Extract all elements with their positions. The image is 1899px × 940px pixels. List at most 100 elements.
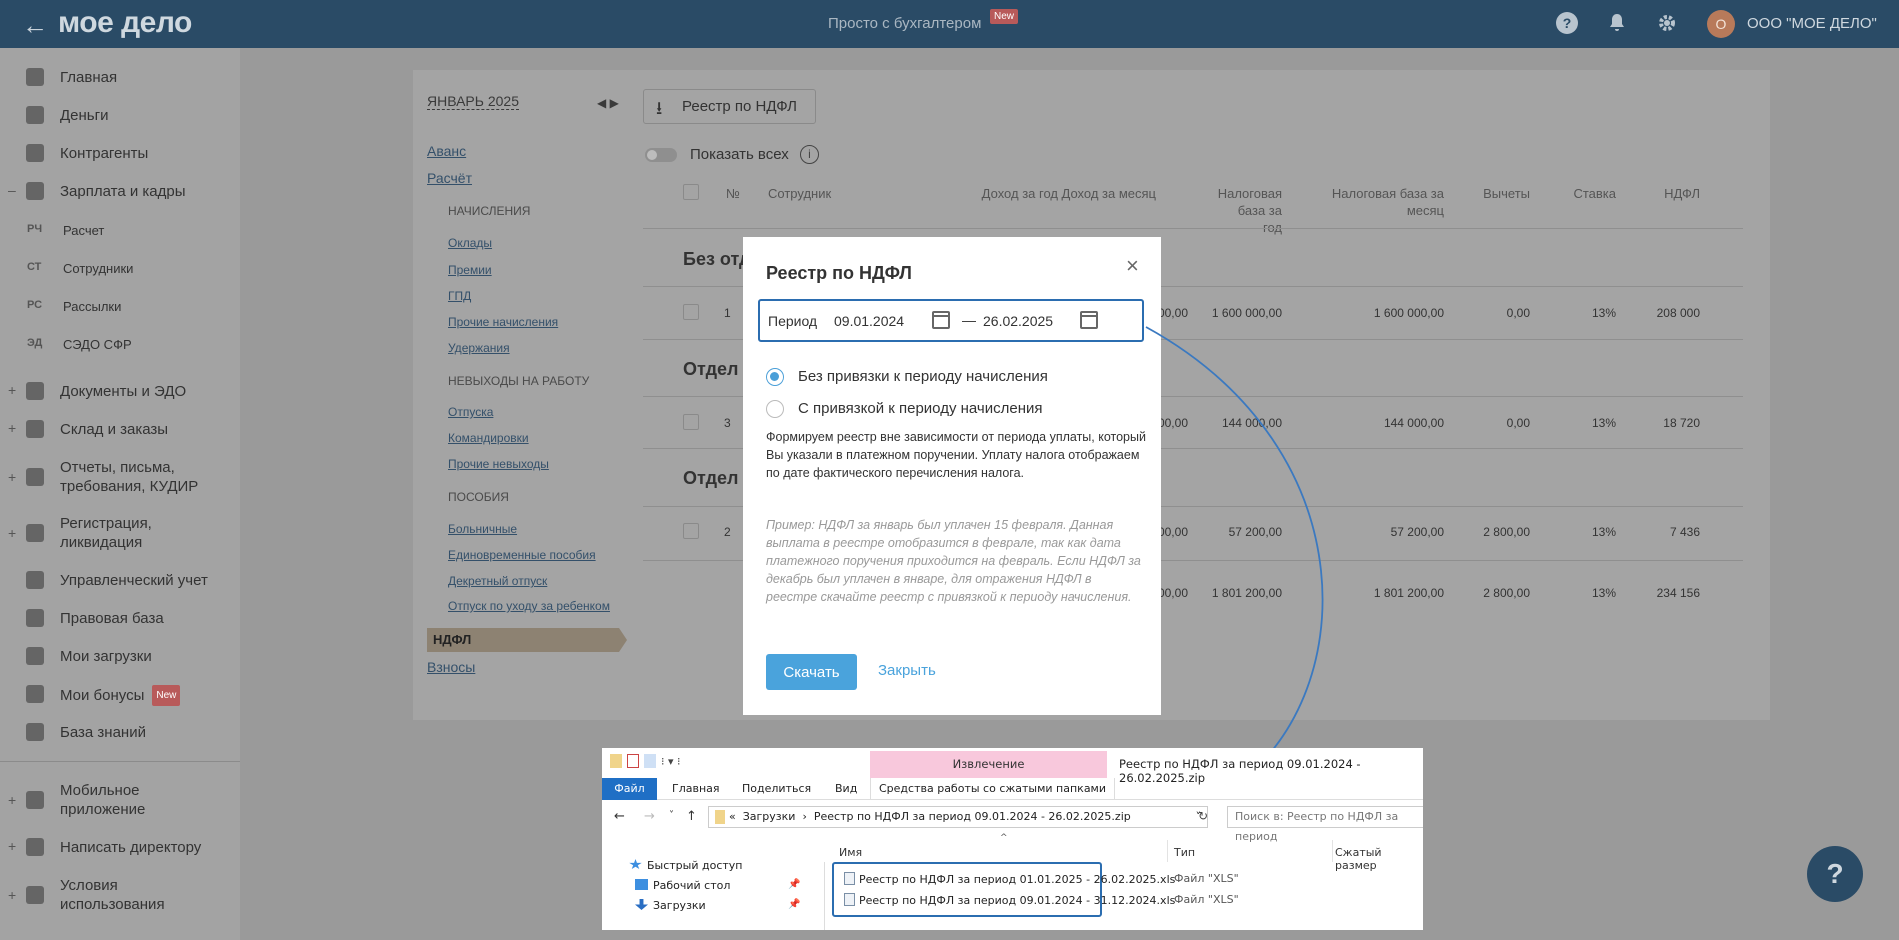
up-icon[interactable]: ↑: [686, 809, 697, 824]
file-item[interactable]: Реестр по НДФЛ за период 01.01.2025 - 26…: [844, 872, 1175, 886]
tab-compressed-tools[interactable]: Средства работы со сжатыми папками: [870, 778, 1116, 800]
menu-other-accruals[interactable]: Прочие начисления: [448, 315, 558, 329]
extract-tab[interactable]: Извлечение: [870, 751, 1107, 778]
radio-with-accrual-period[interactable]: [766, 400, 784, 418]
menu-other-absences[interactable]: Прочие невыходы: [448, 457, 549, 471]
recent-locations-icon[interactable]: ˅: [669, 810, 674, 821]
accountant-service-link[interactable]: Просто с бухгалтером: [828, 15, 981, 32]
tab-file[interactable]: Файл: [602, 778, 657, 800]
forward-icon[interactable]: →: [644, 809, 655, 824]
qat-dropdown[interactable]: ⁝ ▾ ⁝: [661, 755, 681, 768]
gear-icon[interactable]: [1656, 12, 1678, 34]
period-selector[interactable]: ЯНВАРЬ 2025: [427, 93, 519, 110]
close-icon[interactable]: ×: [1126, 253, 1139, 279]
label-line-2: ликвидация: [60, 534, 143, 551]
cell-taxbase-month: 57 200,00: [1390, 525, 1444, 539]
expand-icon[interactable]: +: [8, 420, 16, 436]
expand-icon[interactable]: +: [8, 525, 16, 541]
tree-quick-access[interactable]: Быстрый доступ: [629, 859, 743, 872]
back-icon[interactable]: ←: [614, 809, 625, 824]
menu-vacations[interactable]: Отпуска: [448, 405, 493, 419]
menu-business-trips[interactable]: Командировки: [448, 431, 529, 445]
period-nav-arrows[interactable]: ◀ ▶: [597, 96, 619, 110]
new-folder-icon[interactable]: [644, 754, 656, 768]
col-name[interactable]: Имя: [839, 846, 862, 859]
refresh-icon[interactable]: ↻: [1198, 809, 1208, 823]
file-item[interactable]: Реестр по НДФЛ за период 09.01.2024 - 31…: [844, 893, 1175, 907]
expand-icon[interactable]: +: [8, 887, 16, 903]
sidebar-item-label: Склад и заказы: [60, 421, 169, 438]
quick-access-toolbar[interactable]: ⁝ ▾ ⁝: [610, 754, 686, 768]
date-from-input[interactable]: 09.01.2024: [834, 313, 904, 329]
expand-icon[interactable]: +: [8, 792, 16, 808]
col-ndfl: НДФЛ: [1664, 186, 1700, 201]
back-arrow-icon[interactable]: ←: [22, 10, 48, 41]
col-compressed-size[interactable]: Сжатый размер: [1335, 846, 1423, 872]
menu-avans[interactable]: Аванс: [427, 143, 466, 159]
menu-raschet[interactable]: Расчёт: [427, 170, 472, 186]
period-label: Период: [768, 313, 818, 329]
row-checkbox[interactable]: [683, 523, 699, 539]
row-checkbox[interactable]: [683, 414, 699, 430]
tree-desktop[interactable]: Рабочий стол: [635, 879, 730, 892]
search-input[interactable]: Поиск в: Реестр по НДФЛ за период: [1227, 806, 1423, 843]
label-line-1: Условия: [60, 877, 118, 894]
floating-help-button[interactable]: ?: [1807, 846, 1863, 902]
address-bar[interactable]: « Загрузки › Реестр по НДФЛ за период 09…: [708, 806, 1208, 828]
tab-view[interactable]: Вид: [835, 778, 857, 800]
path-downloads[interactable]: Загрузки: [743, 810, 796, 823]
row-checkbox[interactable]: [683, 304, 699, 320]
avatar[interactable]: О: [1707, 10, 1735, 38]
highlighted-files: Реестр по НДФЛ за период 01.01.2025 - 26…: [832, 862, 1175, 917]
help-icon[interactable]: ?: [1556, 12, 1578, 34]
organization-name[interactable]: ООО "МОЕ ДЕЛО": [1747, 15, 1877, 32]
expand-icon[interactable]: +: [8, 382, 16, 398]
tab-share[interactable]: Поделиться: [742, 778, 811, 800]
bell-icon[interactable]: [1606, 12, 1628, 34]
path-overflow[interactable]: «: [729, 810, 736, 823]
radio-label[interactable]: С привязкой к периоду начисления: [798, 400, 1042, 417]
show-all-toggle[interactable]: [645, 148, 677, 162]
menu-sick-leaves[interactable]: Больничные: [448, 522, 517, 536]
table-divider: [643, 228, 1743, 229]
menu-maternity-leave[interactable]: Декретный отпуск: [448, 574, 547, 588]
menu-premii[interactable]: Премии: [448, 263, 492, 277]
menu-deductions[interactable]: Удержания: [448, 341, 510, 355]
subitem-abbr: РС: [27, 299, 43, 311]
menu-childcare-leave[interactable]: Отпуск по уходу за ребенком: [448, 599, 610, 613]
ndfl-registry-button[interactable]: ⭳ Реестр по НДФЛ: [643, 89, 816, 124]
expand-icon[interactable]: +: [8, 838, 16, 854]
properties-icon[interactable]: [627, 754, 639, 768]
close-button[interactable]: Закрыть: [878, 662, 936, 679]
file-type: Файл "XLS": [1174, 893, 1239, 906]
cell-rate: 13%: [1591, 416, 1616, 430]
path-zip[interactable]: Реестр по НДФЛ за период 09.01.2024 - 26…: [814, 810, 1131, 823]
pin-icon[interactable]: 📌: [788, 879, 800, 890]
cell-ndfl: 18 720: [1663, 416, 1700, 430]
calendar-icon[interactable]: [1080, 311, 1098, 329]
tree-downloads[interactable]: Загрузки: [635, 899, 706, 912]
menu-contributions[interactable]: Взносы: [427, 659, 475, 675]
radio-without-accrual-period[interactable]: [766, 368, 784, 386]
tab-home[interactable]: Главная: [672, 778, 720, 800]
download-button[interactable]: Скачать: [766, 654, 857, 690]
menu-oklady[interactable]: Оклады: [448, 236, 492, 250]
select-all-checkbox[interactable]: [683, 184, 699, 200]
radio-label[interactable]: Без привязки к периоду начисления: [798, 368, 1048, 385]
registration-icon: [26, 524, 44, 542]
pin-icon[interactable]: 📌: [788, 899, 800, 910]
expand-icon[interactable]: +: [8, 469, 16, 485]
col-type[interactable]: Тип: [1174, 846, 1195, 859]
dots-icon: [26, 886, 44, 904]
calendar-icon[interactable]: [932, 311, 950, 329]
menu-ndfl-active[interactable]: НДФЛ: [427, 628, 627, 652]
logo[interactable]: мое дело: [58, 6, 192, 40]
subitem-label: СЭДО СФР: [63, 337, 132, 352]
date-to-input[interactable]: 26.02.2025: [983, 313, 1053, 329]
collapse-icon[interactable]: –: [8, 182, 16, 198]
subitem-abbr: ЭД: [27, 337, 43, 349]
menu-gpd[interactable]: ГПД: [448, 289, 471, 303]
menu-one-time-benefits[interactable]: Единовременные пособия: [448, 548, 596, 562]
mobile-icon: [26, 791, 44, 809]
info-icon[interactable]: i: [800, 145, 819, 164]
